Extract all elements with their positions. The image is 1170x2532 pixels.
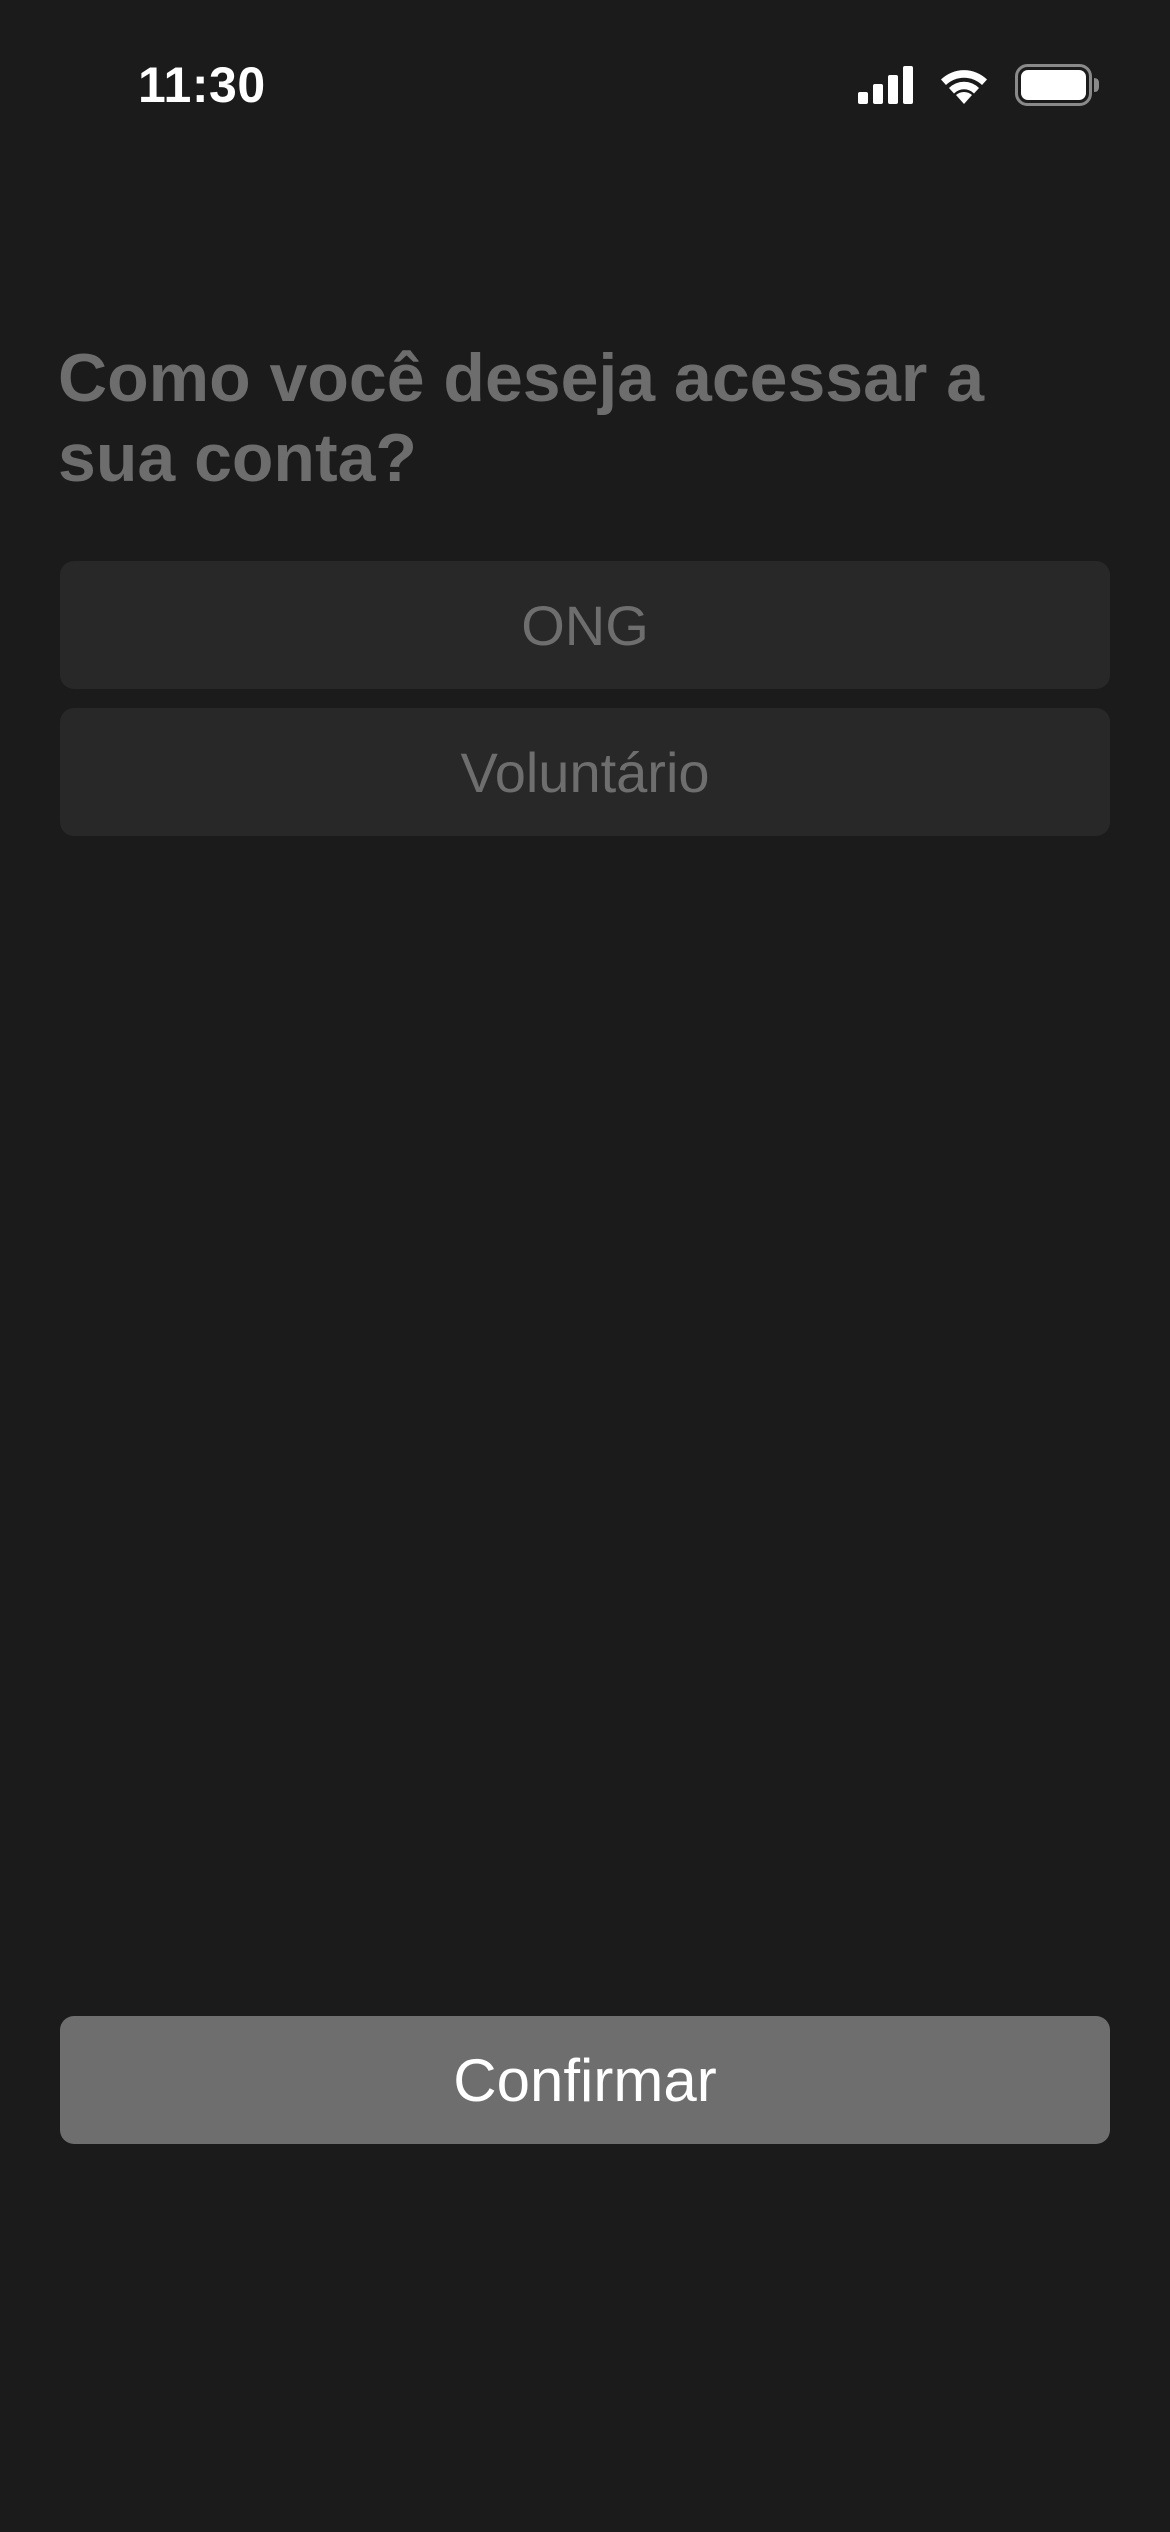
option-volunteer-button[interactable]: Voluntário	[60, 708, 1110, 836]
option-ong-button[interactable]: ONG	[60, 561, 1110, 689]
battery-icon	[1015, 64, 1099, 106]
wifi-icon	[941, 70, 987, 104]
signal-icon	[858, 66, 913, 104]
page-title: Como você deseja acessar a sua conta?	[58, 340, 985, 496]
status-bar: 11:30	[0, 0, 1170, 150]
status-time: 11:30	[138, 57, 266, 113]
option-ong-label: ONG	[521, 593, 649, 657]
confirm-button[interactable]: Confirmar	[60, 2016, 1110, 2144]
confirm-button-label: Confirmar	[453, 2046, 717, 2114]
account-type-screen: 11:30 Como você deseja acessar a sua con…	[0, 0, 1170, 2532]
option-volunteer-label: Voluntário	[460, 740, 710, 804]
